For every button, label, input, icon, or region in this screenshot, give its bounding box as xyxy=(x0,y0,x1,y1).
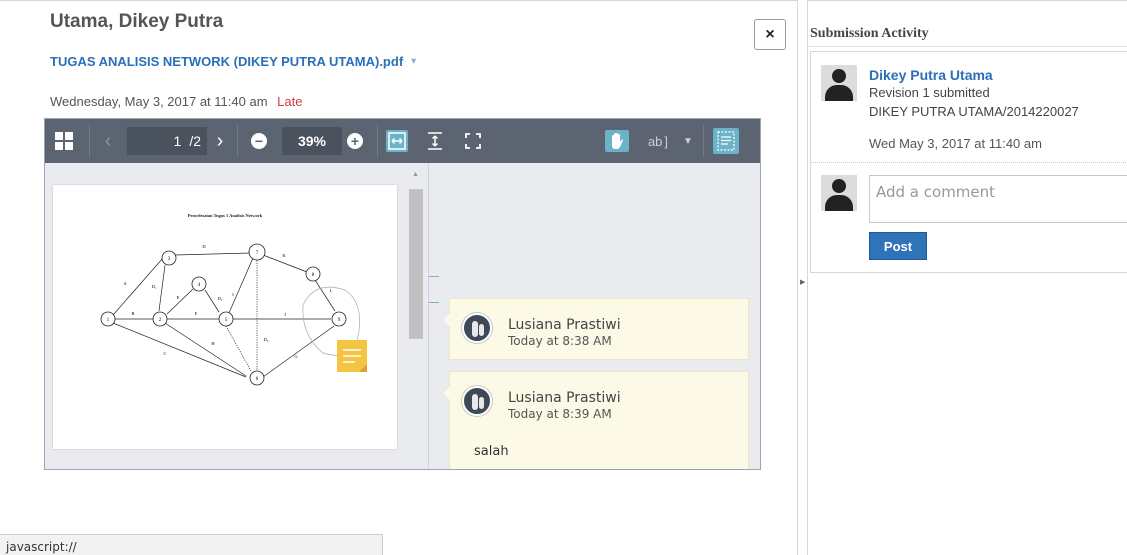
document-viewer: ‹ 1 /2 › − 39% + ab] ▼ Penyelesaian Tug… xyxy=(44,118,761,470)
diagram-edge-label: C xyxy=(163,351,166,356)
panel-splitter[interactable]: ▶ xyxy=(797,0,808,555)
viewer-toolbar: ‹ 1 /2 › − 39% + ab] ▼ xyxy=(45,119,760,163)
collapse-arrow-icon[interactable]: ▶ xyxy=(800,278,805,286)
comment-body: salah xyxy=(474,444,509,459)
sticky-note-icon[interactable] xyxy=(337,340,367,372)
diagram-edge-label: B xyxy=(131,311,134,316)
toolbar-divider xyxy=(377,125,378,157)
diagram-edge-label: H xyxy=(211,341,215,346)
avatar xyxy=(821,175,857,211)
file-name-link[interactable]: TUGAS ANALISIS NETWORK (DIKEY PUTRA UTAM… xyxy=(50,54,403,69)
next-page-icon[interactable]: › xyxy=(213,129,227,153)
avatar xyxy=(462,313,492,343)
text-select-label: ab xyxy=(647,133,663,149)
comment-card[interactable]: Lusiana Prastiwi Today at 8:38 AM xyxy=(443,298,749,360)
scroll-up-arrow-icon[interactable]: ▲ xyxy=(412,171,419,178)
activity-date: Wed May 3, 2017 at 11:40 am xyxy=(869,136,1042,151)
scroll-thumb[interactable] xyxy=(409,189,423,339)
file-selector[interactable]: TUGAS ANALISIS NETWORK (DIKEY PUTRA UTAM… xyxy=(50,54,416,69)
text-select-tool[interactable]: ab] xyxy=(641,131,675,151)
diagram-edge-label: A xyxy=(123,281,127,286)
fit-height-icon[interactable] xyxy=(425,131,445,151)
diagram-edge-label: G xyxy=(294,354,298,359)
divider xyxy=(811,162,1127,163)
chevron-down-icon[interactable]: ▾ xyxy=(411,56,416,67)
toolbar-divider xyxy=(237,125,238,157)
zoom-out-icon[interactable]: − xyxy=(251,133,267,149)
pdf-page: Penyelesaian Tugas 1 Analisis Network 1 … xyxy=(53,185,397,449)
post-button[interactable]: Post xyxy=(869,232,927,260)
diagram-edge-label: D xyxy=(202,244,206,249)
zoom-level[interactable]: 39% xyxy=(282,127,342,155)
comment-marker xyxy=(429,302,439,303)
comment-time: Today at 8:38 AM xyxy=(508,334,612,348)
comment-card[interactable]: Lusiana Prastiwi Today at 8:39 AM salah xyxy=(443,371,749,469)
page-number-input[interactable]: 1 /2 xyxy=(127,127,207,155)
diagram-edge-label: D₁ xyxy=(152,284,157,289)
document-pane: Penyelesaian Tugas 1 Analisis Network 1 … xyxy=(45,163,428,469)
vertical-scrollbar[interactable]: ▲ xyxy=(408,171,424,461)
annotations-panel-icon[interactable] xyxy=(713,128,739,154)
toolbar-divider xyxy=(89,125,90,157)
diagram-edge-label: E xyxy=(177,295,180,300)
pan-hand-icon[interactable] xyxy=(605,130,629,152)
comment-marker xyxy=(429,276,439,277)
activity-user-id: DIKEY PUTRA UTAMA/2014220027 xyxy=(869,104,1079,119)
activity-user-link[interactable]: Dikey Putra Utama xyxy=(869,67,993,83)
activity-panel: Submission Activity Dikey Putra Utama Re… xyxy=(808,0,1127,555)
diagram-edge-label: I xyxy=(232,292,234,297)
thumbnails-grid-icon[interactable] xyxy=(54,131,74,151)
avatar xyxy=(821,65,857,101)
prev-page-icon[interactable]: ‹ xyxy=(101,129,115,153)
close-button[interactable]: × xyxy=(754,19,786,50)
comment-input[interactable]: Add a comment xyxy=(869,175,1127,223)
comment-author: Lusiana Prastiwi xyxy=(508,390,621,406)
comment-author: Lusiana Prastiwi xyxy=(508,317,621,333)
diagram-edge-label: D₂ xyxy=(218,296,223,301)
diagram-edge-label: J xyxy=(284,312,286,317)
page-total: /2 xyxy=(189,133,201,149)
diagram-edge-label: F xyxy=(195,311,198,316)
annotations-pane: Lusiana Prastiwi Today at 8:38 AM Lusian… xyxy=(428,163,760,469)
activity-header: Submission Activity xyxy=(808,1,1127,47)
current-page: 1 xyxy=(173,133,182,149)
diagram-edge-label: D₃ xyxy=(264,337,269,342)
comment-time: Today at 8:39 AM xyxy=(508,407,612,421)
diagram-edge-label: K xyxy=(282,253,286,258)
avatar xyxy=(462,386,492,416)
submission-date-text: Wednesday, May 3, 2017 at 11:40 am xyxy=(50,94,268,109)
submission-panel: Utama, Dikey Putra TUGAS ANALISIS NETWOR… xyxy=(0,0,797,555)
toolbar-divider xyxy=(703,125,704,157)
browser-status-bar: javascript:// xyxy=(0,534,383,555)
network-diagram: 1 23456789 ABCDD₁EFHIJKLGD₂D₃ xyxy=(100,243,367,386)
fullscreen-icon[interactable] xyxy=(463,131,483,151)
zoom-in-icon[interactable]: + xyxy=(347,133,363,149)
fit-width-icon[interactable] xyxy=(386,130,408,152)
submission-date: Wednesday, May 3, 2017 at 11:40 am Late xyxy=(50,94,302,109)
diagram-edge-label: L xyxy=(330,288,333,293)
tool-dropdown-icon[interactable]: ▼ xyxy=(681,131,695,151)
activity-revision: Revision 1 submitted xyxy=(869,85,990,100)
late-badge: Late xyxy=(277,94,303,109)
student-name: Utama, Dikey Putra xyxy=(50,11,224,32)
activity-card: Dikey Putra Utama Revision 1 submitted D… xyxy=(810,51,1127,273)
